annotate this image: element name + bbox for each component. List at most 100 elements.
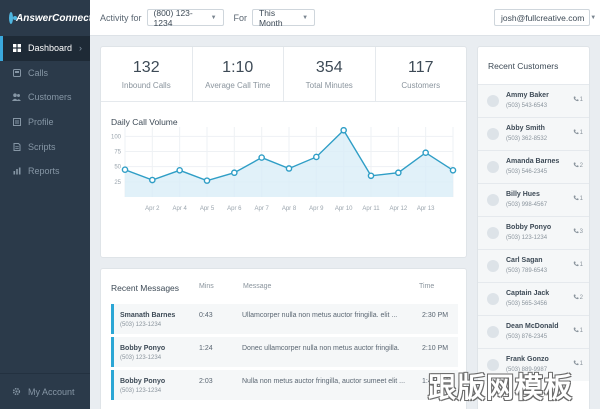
customer-row[interactable]: Abby Smith (503) 362-8532 1 xyxy=(478,117,589,150)
stat-value: 354 xyxy=(315,59,343,76)
x-tick-label: Apr 6 xyxy=(227,206,242,212)
phone-icon xyxy=(573,261,580,269)
stat-label: Customers xyxy=(401,81,441,90)
customer-phone: (503) 546-2345 xyxy=(506,169,548,175)
reports-icon xyxy=(12,167,21,176)
x-tick-label: Apr 11 xyxy=(362,206,380,212)
stat-label: Average Call Time xyxy=(205,81,271,90)
avatar xyxy=(487,293,499,305)
customer-name: Dean McDonald xyxy=(506,323,559,330)
data-point[interactable] xyxy=(367,172,375,180)
customer-phone: (503) 362-8532 xyxy=(506,136,548,142)
sidebar: AnswerConnect Dashboard › Calls Customer… xyxy=(0,0,92,409)
customer-row[interactable]: Ammy Baker (503) 543-6543 1 xyxy=(478,84,589,117)
message-caller-name: Bobby Ponyo xyxy=(120,345,166,352)
users-icon xyxy=(12,93,21,102)
stat-average-call-time: 1:10 Average Call Time xyxy=(193,47,284,101)
customer-phone: (503) 123-1234 xyxy=(506,235,548,241)
data-point[interactable] xyxy=(258,154,265,161)
chevron-down-icon: ▼ xyxy=(210,14,217,21)
data-point[interactable] xyxy=(422,149,429,157)
activity-label: Activity for xyxy=(100,12,142,23)
data-point[interactable] xyxy=(203,177,211,184)
customer-call-count: 2 xyxy=(573,162,583,170)
sidebar-item-reports[interactable]: Reports xyxy=(0,159,90,184)
data-point[interactable] xyxy=(340,127,347,134)
phone-icon xyxy=(573,360,580,368)
message-row[interactable]: Bobby Ponyo (503) 123-1234 1:24 Donec ul… xyxy=(111,337,458,367)
customer-call-count: 1 xyxy=(573,360,583,368)
data-point[interactable] xyxy=(313,153,320,161)
my-account-link[interactable]: My Account xyxy=(0,373,90,409)
stat-value: 117 xyxy=(407,59,434,76)
customer-call-count: 3 xyxy=(573,228,583,236)
chevron-down-icon: ▼ xyxy=(302,14,309,21)
y-tick-label: 25 xyxy=(114,180,121,186)
customer-row[interactable]: Amanda Barnes (503) 546-2345 2 xyxy=(478,150,589,183)
customer-phone: (503) 998-4567 xyxy=(506,202,548,208)
recent-messages-card: Recent Messages Mins Message Time Smanat… xyxy=(100,268,467,409)
brand-icon xyxy=(9,12,17,24)
data-point[interactable] xyxy=(285,165,293,172)
avatar xyxy=(487,95,499,107)
activity-card: 132 Inbound Calls 1:10 Average Call Time… xyxy=(100,46,467,258)
data-point[interactable] xyxy=(449,167,457,174)
customer-row[interactable]: Bobby Ponyo (503) 123-1234 3 xyxy=(478,216,589,249)
gear-icon xyxy=(12,387,21,396)
customer-call-count: 1 xyxy=(573,261,583,269)
grid-icon xyxy=(12,44,21,53)
chart-title: Daily Call Volume xyxy=(111,117,178,127)
data-point[interactable] xyxy=(121,166,129,174)
sidebar-item-calls[interactable]: Calls xyxy=(0,61,90,86)
message-mins: 1:24 xyxy=(199,345,213,352)
avatar xyxy=(487,227,499,239)
stat-inbound-calls: 132 Inbound Calls xyxy=(101,47,193,101)
for-label: For xyxy=(233,12,248,23)
customer-row[interactable]: Carl Sagan (503) 789-6543 1 xyxy=(478,249,589,282)
message-time: 2:10 PM xyxy=(422,345,449,352)
message-row[interactable]: Bobby Ponyo (503) 123-1234 2:03 Nulla no… xyxy=(111,370,458,400)
y-tick-label: 100 xyxy=(111,134,122,140)
top-bar: Activity for (800) 123-1234 ▼ For This M… xyxy=(90,0,600,36)
call-count-value: 1 xyxy=(579,130,583,136)
customer-row[interactable]: Dean McDonald (503) 876-2345 1 xyxy=(478,315,589,348)
x-tick-label: Apr 2 xyxy=(145,206,160,212)
phone-number-select[interactable]: (800) 123-1234 ▼ xyxy=(146,8,224,28)
my-account-label: My Account xyxy=(28,386,75,397)
customer-call-count: 1 xyxy=(573,327,583,335)
data-point[interactable] xyxy=(149,176,156,184)
x-tick-label: Apr 12 xyxy=(389,206,407,212)
phone-icon xyxy=(573,228,580,236)
call-count-value: 1 xyxy=(579,361,583,367)
customer-name: Ammy Baker xyxy=(506,92,549,99)
sidebar-item-label: Calls xyxy=(28,67,49,78)
sidebar-item-label: Scripts xyxy=(28,141,56,152)
customer-row[interactable]: Billy Hues (503) 998-4567 1 xyxy=(478,183,589,216)
avatar xyxy=(487,161,499,173)
period-select[interactable]: This Month ▼ xyxy=(252,8,316,28)
sidebar-item-scripts[interactable]: Scripts xyxy=(0,134,90,159)
sidebar-item-profile[interactable]: Profile xyxy=(0,110,90,135)
sidebar-item-label: Profile xyxy=(28,117,54,128)
data-point[interactable] xyxy=(231,169,238,177)
customer-phone: (503) 876-2345 xyxy=(506,334,548,340)
y-tick-label: 50 xyxy=(114,165,121,171)
sidebar-item-label: Dashboard xyxy=(28,43,73,54)
sidebar-item-customers[interactable]: Customers xyxy=(0,85,90,110)
x-tick-label: Apr 10 xyxy=(335,206,353,212)
message-text: Nulla non metus auctor fringilla, auctor… xyxy=(242,378,406,385)
phone-icon xyxy=(573,195,580,203)
customer-row[interactable]: Captain Jack (503) 565-3456 2 xyxy=(478,282,589,315)
phone-icon xyxy=(573,162,580,170)
data-point[interactable] xyxy=(395,169,402,177)
customer-name: Carl Sagan xyxy=(506,257,543,264)
brand-logo[interactable]: AnswerConnect xyxy=(0,0,92,36)
call-count-value: 3 xyxy=(579,229,583,235)
watermark-text: 跟版网模板 xyxy=(428,371,574,404)
data-point[interactable] xyxy=(176,167,183,174)
sidebar-item-dashboard[interactable]: Dashboard › xyxy=(0,36,90,61)
message-caller-phone: (503) 123-1234 xyxy=(120,388,162,394)
user-menu-select[interactable]: josh@fullcreative.com ▼ xyxy=(494,9,596,26)
message-row[interactable]: Smanath Barnes (503) 123-1234 0:43 Ullam… xyxy=(111,304,458,334)
column-header-message: Message xyxy=(243,283,272,290)
